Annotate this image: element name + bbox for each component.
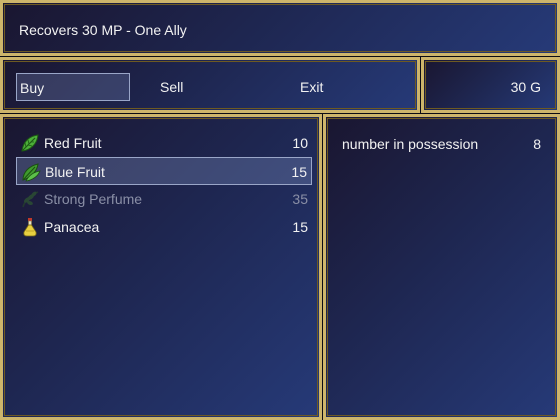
item-name: Panacea bbox=[44, 219, 100, 235]
sell-command[interactable]: Sell bbox=[156, 73, 256, 101]
gold-window: 30 G bbox=[421, 57, 560, 113]
gold-value: 30 bbox=[510, 79, 527, 95]
herb-icon bbox=[22, 191, 39, 208]
buy-command[interactable]: Buy bbox=[16, 73, 130, 101]
buy-list-window: Red Fruit 10 Blue Fruit 15 Strong Perfum… bbox=[0, 114, 322, 420]
shop-screen: Recovers 30 MP - One Ally Buy Sell Exit … bbox=[0, 0, 560, 420]
potion-icon bbox=[23, 218, 37, 237]
gold-amount: 30 G bbox=[511, 79, 541, 95]
help-text: Recovers 30 MP - One Ally bbox=[19, 22, 187, 38]
item-row-panacea[interactable]: Panacea 15 bbox=[16, 213, 312, 241]
item-row-strong-perfume[interactable]: Strong Perfume 35 bbox=[16, 185, 312, 213]
item-name: Blue Fruit bbox=[45, 164, 105, 180]
item-name: Red Fruit bbox=[44, 135, 102, 151]
exit-command[interactable]: Exit bbox=[296, 73, 396, 101]
item-price: 15 bbox=[292, 219, 308, 235]
item-price: 10 bbox=[292, 135, 308, 151]
shop-command-window: Buy Sell Exit bbox=[0, 57, 420, 113]
item-name: Strong Perfume bbox=[44, 191, 143, 207]
leaf-icon bbox=[22, 163, 41, 182]
possession-count: 8 bbox=[533, 136, 541, 152]
item-price: 35 bbox=[292, 191, 308, 207]
possession-label: number in possession bbox=[342, 136, 479, 152]
item-status-window: number in possession 8 bbox=[323, 114, 560, 420]
item-row-red-fruit[interactable]: Red Fruit 10 bbox=[16, 129, 312, 157]
item-row-blue-fruit[interactable]: Blue Fruit 15 bbox=[16, 157, 312, 185]
item-price: 15 bbox=[291, 164, 307, 180]
help-window: Recovers 30 MP - One Ally bbox=[0, 0, 560, 56]
leaf-icon bbox=[21, 134, 39, 152]
gold-unit: G bbox=[530, 79, 541, 95]
